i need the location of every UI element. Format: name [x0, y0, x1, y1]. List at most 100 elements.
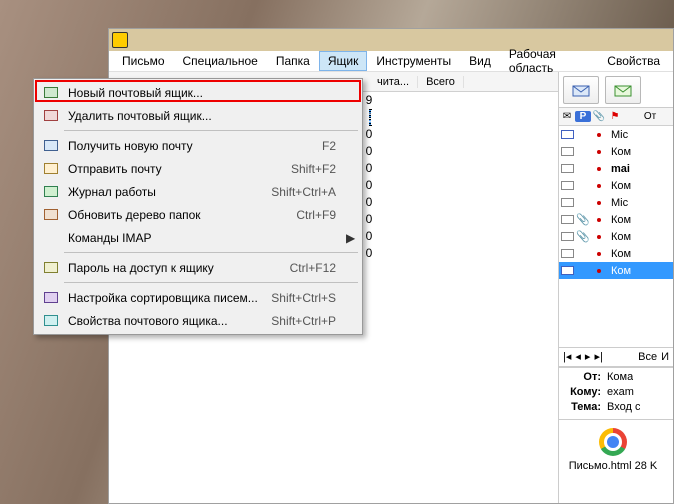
nav-bar: |◂ ◂ ▸ ▸| Все И	[559, 347, 673, 367]
nav-all[interactable]: Все	[638, 351, 657, 363]
menu-separator	[64, 252, 358, 253]
message-row[interactable]: Mic	[559, 126, 673, 143]
menu-item-shortcut: Shift+Ctrl+S	[271, 291, 346, 305]
mi-ref-icon	[44, 209, 58, 220]
col-header-read[interactable]: чита...	[369, 76, 418, 88]
info-to-label: Кому:	[565, 386, 601, 401]
col-park-icon[interactable]: P	[575, 111, 591, 122]
menu-item-label: Команды IMAP	[62, 231, 336, 245]
message-row[interactable]: 📎 Ком	[559, 228, 673, 245]
envelope-open-icon	[561, 164, 574, 173]
priority-dot-icon	[597, 269, 601, 273]
menu-item-label: Пароль на доступ к ящику	[62, 261, 290, 275]
mi-jrn-icon	[44, 186, 58, 197]
menu-item-получить-новую-почту[interactable]: Получить новую почтуF2	[36, 134, 360, 157]
envelope-open-icon	[561, 198, 574, 207]
message-from: Ком	[607, 180, 631, 192]
priority-dot-icon	[597, 133, 601, 137]
col-header-total[interactable]: Всего	[418, 76, 464, 88]
menu-item-пароль-на-доступ-к-ящику[interactable]: Пароль на доступ к ящикуCtrl+F12	[36, 256, 360, 279]
message-row[interactable]: Ком	[559, 177, 673, 194]
message-row[interactable]: Ком	[559, 143, 673, 160]
menu-item-label: Отправить почту	[62, 162, 291, 176]
mi-prp-icon	[44, 315, 58, 326]
mi-key-icon	[44, 262, 58, 273]
menu-item-label: Настройка сортировщика писем...	[62, 291, 271, 305]
menu-item-label: Обновить дерево папок	[62, 208, 296, 222]
menu-item-журнал-работы[interactable]: Журнал работыShift+Ctrl+A	[36, 180, 360, 203]
menu-item-удалить-почтовый-ящик---[interactable]: Удалить почтовый ящик...	[36, 104, 360, 127]
mailbox-menu-dropdown: Новый почтовый ящик... Удалить почтовый я…	[33, 78, 363, 335]
menu-специальное[interactable]: Специальное	[174, 51, 267, 71]
send-button[interactable]	[605, 76, 641, 104]
menu-item-shortcut: Ctrl+F12	[290, 261, 346, 275]
menu-item-shortcut: Shift+Ctrl+A	[271, 185, 346, 199]
envelope-open-icon	[561, 215, 574, 224]
menu-item-обновить-дерево-папок[interactable]: Обновить дерево папокCtrl+F9	[36, 203, 360, 226]
menu-ящик[interactable]: Ящик	[319, 51, 368, 71]
menu-вид[interactable]: Вид	[460, 51, 500, 71]
message-row[interactable]: 📎 Ком	[559, 211, 673, 228]
menu-item-shortcut: Shift+Ctrl+P	[271, 314, 346, 328]
menu-item-отправить-почту[interactable]: Отправить почтуShift+F2	[36, 157, 360, 180]
menu-item-команды-imap[interactable]: Команды IMAP▶	[36, 226, 360, 249]
menu-item-label: Журнал работы	[62, 185, 271, 199]
menu-письмо[interactable]: Письмо	[113, 51, 174, 71]
col-envelope-icon[interactable]: ✉	[559, 111, 575, 122]
count-row[interactable]: 9	[369, 109, 371, 126]
nav-next-icon[interactable]: ▸	[585, 350, 591, 363]
nav-first-icon[interactable]: |◂	[563, 350, 571, 363]
col-flag-icon[interactable]: ⚑	[607, 111, 623, 122]
message-from: Ком	[607, 214, 631, 226]
priority-dot-icon	[597, 167, 601, 171]
envelope-open-icon	[561, 249, 574, 258]
mi-get-icon	[44, 140, 58, 151]
priority-dot-icon	[597, 201, 601, 205]
envelope-open-icon	[561, 181, 574, 190]
menubar: ПисьмоСпециальноеПапкаЯщикИнструментыВид…	[109, 51, 673, 72]
message-from: mai	[607, 163, 630, 175]
right-toolbar	[559, 72, 673, 108]
message-row[interactable]: Ком	[559, 262, 673, 279]
message-row[interactable]: Mic	[559, 194, 673, 211]
mi-srt-icon	[44, 292, 58, 303]
envelope-closed-icon	[561, 266, 574, 275]
nav-and[interactable]: И	[661, 351, 669, 363]
menu-инструменты[interactable]: Инструменты	[367, 51, 460, 71]
menu-item-label: Свойства почтового ящика...	[62, 314, 271, 328]
app-icon	[112, 32, 128, 48]
message-from: Mic	[607, 197, 628, 209]
menu-item-свойства-почтового-ящика-[interactable]: Свойства почтового ящика...Shift+Ctrl+P	[36, 309, 360, 332]
envelope-closed-icon	[561, 130, 574, 139]
message-from: Ком	[607, 146, 631, 158]
paperclip-icon: 📎	[575, 213, 591, 226]
menu-separator	[64, 282, 358, 283]
info-to-value: exam	[601, 386, 634, 401]
message-row[interactable]: mai	[559, 160, 673, 177]
menu-item-новый-почтовый-ящик---[interactable]: Новый почтовый ящик...	[36, 81, 360, 104]
nav-prev-icon[interactable]: ◂	[575, 350, 581, 363]
col-attach-icon[interactable]: 📎	[591, 111, 607, 122]
menu-item-shortcut: F2	[322, 139, 346, 153]
menu-папка[interactable]: Папка	[267, 51, 319, 71]
mi-del-icon	[44, 110, 58, 121]
menu-item-настройка-сортировщика-пи[interactable]: Настройка сортировщика писем...Shift+Ctr…	[36, 286, 360, 309]
attachment-item[interactable]: Письмо.html 28 K	[563, 428, 663, 472]
message-row[interactable]: Ком	[559, 245, 673, 262]
info-from-label: От:	[565, 371, 601, 386]
menu-item-label: Удалить почтовый ящик...	[62, 109, 336, 123]
priority-dot-icon	[597, 218, 601, 222]
receive-button[interactable]	[563, 76, 599, 104]
nav-last-icon[interactable]: ▸|	[594, 350, 602, 363]
menu-item-shortcut: Shift+F2	[291, 162, 346, 176]
menu-свойства[interactable]: Свойства	[598, 51, 669, 71]
col-from[interactable]: От	[623, 111, 673, 122]
attachment-panel: Письмо.html 28 K	[559, 419, 673, 504]
info-subject-value: Вход с	[601, 401, 640, 416]
envelope-open-icon	[561, 232, 574, 241]
message-from: Ком	[607, 248, 631, 260]
menu-item-shortcut: Ctrl+F9	[296, 208, 346, 222]
paperclip-icon: 📎	[575, 230, 591, 243]
priority-dot-icon	[597, 252, 601, 256]
message-from: Ком	[607, 231, 631, 243]
